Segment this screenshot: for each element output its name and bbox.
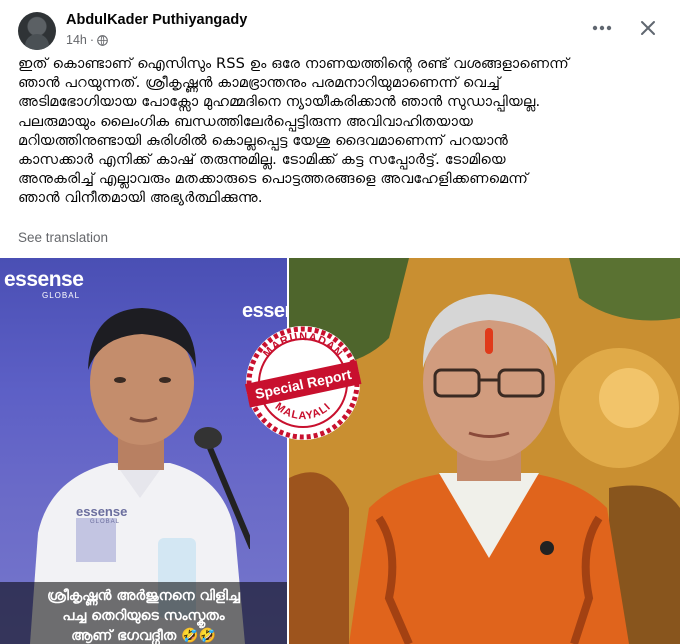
post-line: ഞാൻ പറയുന്നത്. ശ്രീകൃഷ്ണൻ കാമഭ്രാന്തനും … xyxy=(18,74,501,92)
post-time[interactable]: 14h xyxy=(66,33,87,47)
post-header: AbdulKader Puthiyangady 14h · xyxy=(18,12,660,52)
avatar[interactable] xyxy=(18,12,56,50)
post-line: മറിയത്തിനുണ്ടായി കുരിശിൽ കൊല്ലപ്പെട്ട യേ… xyxy=(18,131,509,149)
caption-line: ശ്രീകൃഷ്ണൻ അർജുനനെ വിളിച്ച xyxy=(47,588,240,604)
see-translation-link[interactable]: See translation xyxy=(18,230,108,245)
caption-line: പച്ച തെറിയുടെ സംസ്കൃതം xyxy=(62,608,225,624)
more-horizontal-icon[interactable] xyxy=(590,16,614,40)
meta-separator: · xyxy=(89,33,95,47)
essense-logo-small: essense xyxy=(76,504,128,519)
essense-logo-small-sub: GLOBAL xyxy=(90,519,121,525)
post-meta: 14h · xyxy=(66,33,108,47)
post-line: ഞാൻ വിനീതമായി അഭ്യർത്ഥിക്കുന്നു. xyxy=(18,189,263,207)
post-line: കാസക്കാർ എനിക്ക് കാഷ് തരുന്നുമില്ല. ടോമി… xyxy=(18,151,506,169)
special-report-stamp: MARUNADAN MALAYALI Special Report xyxy=(244,326,362,440)
author-name[interactable]: AbdulKader Puthiyangady xyxy=(66,12,247,28)
caption-line: ആണ് ഭഗവദ്ഗീത 🤣🤣 xyxy=(71,628,216,644)
left-photo[interactable]: essense GLOBAL essense essense GLOBAL xyxy=(0,258,287,644)
post-line: അടിമഭോഗിയായ പോക്സോ മുഹമ്മദിനെ ന്യായീകരിക… xyxy=(18,93,541,111)
close-icon[interactable] xyxy=(636,16,660,40)
post-media[interactable]: essense GLOBAL essense essense GLOBAL xyxy=(0,258,680,644)
speaker-figure-right xyxy=(289,258,680,644)
post-line: പലരുമായും ലൈംഗിക ബന്ധത്തിലേർപ്പെട്ടിരുന്… xyxy=(18,112,473,130)
post-line: അനുകരിച്ച് എല്ലാവരും മതക്കാരുടെ പൊട്ടത്ത… xyxy=(18,170,529,188)
globe-icon xyxy=(97,34,108,46)
right-photo[interactable] xyxy=(289,258,680,644)
video-caption: ശ്രീകൃഷ്ണൻ അർജുനനെ വിളിച്ച പച്ച തെറിയുടെ… xyxy=(0,582,287,644)
header-actions xyxy=(590,16,660,40)
post-line: ഇത് കൊണ്ടാണ് ഐസിസും RSS ഉം ഒരേ നാണയത്തിന… xyxy=(18,55,569,72)
post-body: ഇത് കൊണ്ടാണ് ഐസിസും RSS ഉം ഒരേ നാണയത്തിന… xyxy=(18,54,668,208)
